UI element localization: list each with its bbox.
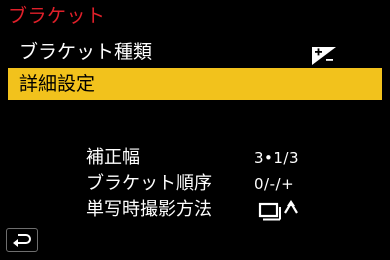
setting-row-sequence: ブラケット順序 0/-/+ (86, 171, 356, 197)
setting-row-step: 補正幅 3•1/3 (86, 145, 356, 171)
setting-label: 補正幅 (86, 147, 140, 168)
single-burst-mode-icon (258, 199, 302, 221)
back-button[interactable] (6, 228, 38, 252)
menu-title: ブラケット (8, 5, 106, 27)
menu-item-detail-settings[interactable]: 詳細設定 (8, 68, 382, 100)
setting-value: 3•1/3 (254, 149, 300, 167)
setting-label: 単写時撮影方法 (86, 199, 212, 220)
menu-item-label: ブラケット種類 (19, 41, 153, 63)
setting-label: ブラケット順序 (86, 173, 212, 194)
setting-row-single-shot-mode: 単写時撮影方法 (86, 197, 356, 223)
menu-item-label: 詳細設定 (19, 73, 96, 95)
detail-settings-list: 補正幅 3•1/3 ブラケット順序 0/-/+ 単写時撮影方法 (86, 145, 356, 223)
back-return-icon (13, 234, 31, 247)
setting-value: 0/-/+ (254, 175, 295, 193)
menu-item-bracket-type[interactable]: ブラケット種類 (8, 36, 382, 68)
exposure-bracket-icon (312, 43, 336, 65)
